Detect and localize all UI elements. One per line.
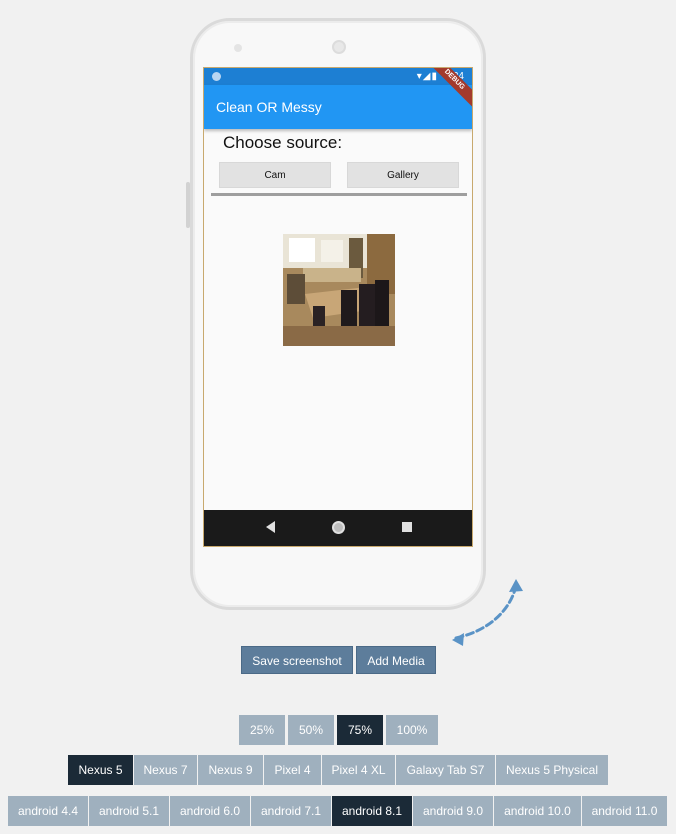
app-bar: Clean OR Messy [204, 85, 472, 129]
version-option[interactable]: android 5.1 [89, 796, 170, 826]
device-option[interactable]: Pixel 4 XL [322, 755, 396, 785]
device-option[interactable]: Pixel 4 [264, 755, 322, 785]
device-option[interactable]: Galaxy Tab S7 [396, 755, 496, 785]
device-option[interactable]: Nexus 9 [198, 755, 264, 785]
back-icon[interactable] [266, 521, 275, 533]
device-option[interactable]: Nexus 7 [134, 755, 198, 785]
version-option[interactable]: android 6.0 [170, 796, 251, 826]
version-option[interactable]: android 7.1 [251, 796, 332, 826]
rotate-icon[interactable] [448, 576, 528, 646]
version-option[interactable]: android 11.0 [582, 796, 668, 826]
version-option[interactable]: android 4.4 [8, 796, 89, 826]
divider [211, 193, 467, 196]
save-screenshot-button[interactable]: Save screenshot [241, 646, 353, 674]
status-icons: ▾◢▮ [416, 71, 438, 82]
zoom-option-selected[interactable]: 75% [337, 715, 383, 745]
zoom-option[interactable]: 50% [288, 715, 334, 745]
device-option[interactable]: Nexus 5 Physical [496, 755, 609, 785]
device-screen[interactable]: ▾◢▮ 5:34 Clean OR Messy DEBUG Choose sou… [203, 67, 473, 547]
zoom-option[interactable]: 25% [239, 715, 285, 745]
phone-sensor [234, 44, 242, 52]
choose-source-heading: Choose source: [223, 133, 343, 152]
app-title: Clean OR Messy [216, 99, 322, 115]
home-icon[interactable] [332, 521, 345, 534]
recent-apps-icon[interactable] [402, 522, 412, 532]
version-option[interactable]: android 10.0 [494, 796, 582, 826]
nav-bar [204, 510, 472, 546]
version-option[interactable]: android 9.0 [413, 796, 494, 826]
zoom-option[interactable]: 100% [386, 715, 438, 745]
cam-button[interactable]: Cam [219, 162, 331, 188]
gallery-button[interactable]: Gallery [347, 162, 459, 188]
version-option-selected[interactable]: android 8.1 [332, 796, 413, 826]
device-option-selected[interactable]: Nexus 5 [68, 755, 134, 785]
phone-camera [332, 40, 346, 54]
add-media-button[interactable]: Add Media [356, 646, 436, 674]
status-bar: ▾◢▮ 5:34 [204, 68, 472, 85]
status-notification-icon [212, 72, 221, 81]
selected-image [283, 234, 395, 346]
